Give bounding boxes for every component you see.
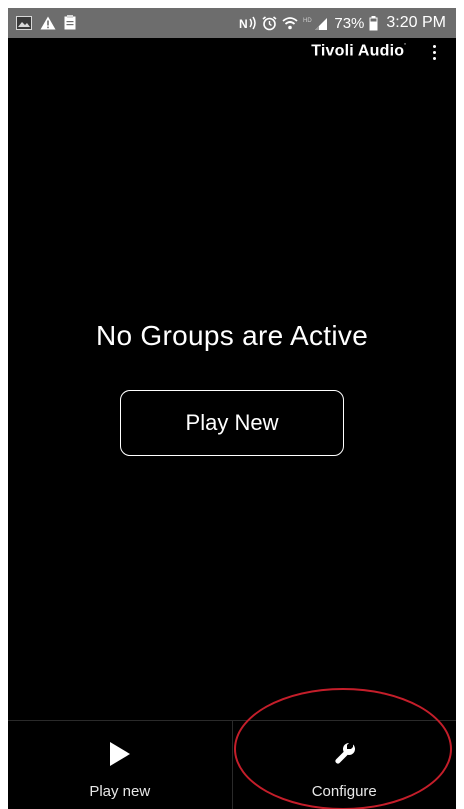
status-time: 3:20 PM bbox=[386, 14, 446, 31]
network-type-label: HD bbox=[303, 18, 312, 24]
brand-logo: Tivoli Audio' bbox=[311, 42, 406, 60]
play-new-button[interactable]: Play New bbox=[120, 390, 344, 456]
battery-percent: 73% bbox=[334, 14, 365, 32]
battery-icon bbox=[369, 15, 378, 31]
image-icon bbox=[16, 15, 32, 30]
nav-play-new-label: Play new bbox=[89, 783, 151, 800]
svg-text:N: N bbox=[239, 17, 248, 30]
nav-configure-label: Configure bbox=[311, 783, 377, 800]
brand-mark: ' bbox=[404, 42, 406, 51]
wrench-icon bbox=[331, 741, 357, 767]
brand-name: Tivoli Audio bbox=[311, 42, 405, 60]
status-notifications bbox=[16, 15, 76, 30]
signal-icon: HD bbox=[303, 16, 329, 30]
nav-play-new[interactable]: Play new bbox=[8, 721, 232, 809]
status-bar: N HD 73% 3:20 PM bbox=[8, 8, 456, 38]
more-vertical-icon[interactable] bbox=[428, 40, 440, 64]
wifi-icon bbox=[282, 16, 298, 30]
alarm-icon bbox=[262, 15, 277, 31]
clipboard-icon bbox=[64, 15, 76, 30]
nav-configure[interactable]: Configure bbox=[231, 721, 457, 809]
empty-state-title: No Groups are Active bbox=[95, 320, 369, 351]
bottom-navigation: Play new Configure bbox=[8, 720, 456, 809]
app-screen: N HD 73% 3:20 PM Tivoli Audio' No Groups… bbox=[8, 8, 456, 809]
status-indicators: N HD 73% 3:20 PM bbox=[239, 8, 446, 38]
play-icon bbox=[108, 741, 132, 767]
nfc-icon: N bbox=[239, 16, 257, 31]
warning-icon bbox=[40, 16, 56, 30]
